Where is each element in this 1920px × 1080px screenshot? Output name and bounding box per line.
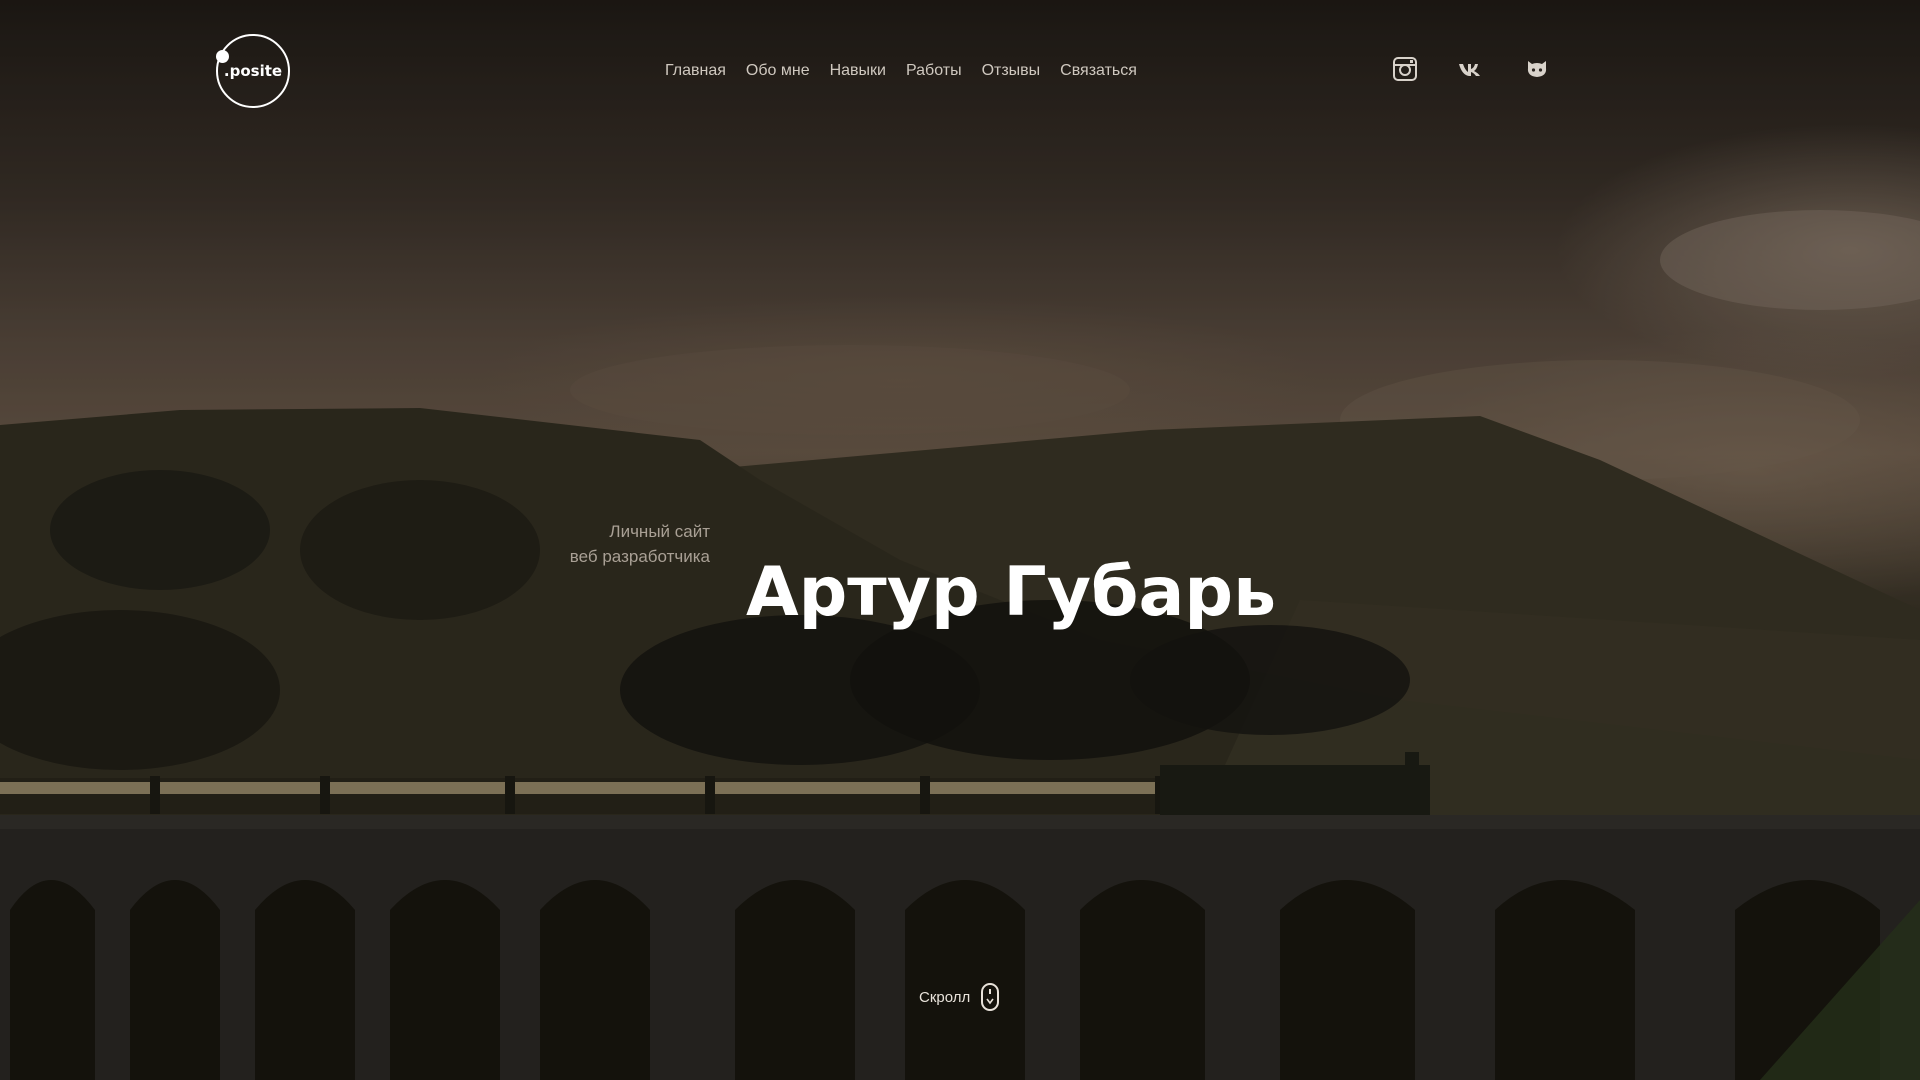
nav-item-contact[interactable]: Связаться (1060, 62, 1137, 80)
main-nav: Главная Обо мне Навыки Работы Отзывы Свя… (665, 62, 1137, 80)
site-header: .posite Главная Обо мне Навыки Работы От… (0, 0, 1920, 140)
nav-item-reviews[interactable]: Отзывы (982, 62, 1041, 80)
mouse-icon (981, 983, 1000, 1011)
vk-icon[interactable] (1458, 56, 1484, 82)
subtitle-line-2: веб разработчика (569, 547, 710, 566)
background-image (0, 0, 1920, 1080)
hero-section: .posite Главная Обо мне Навыки Работы От… (0, 0, 1920, 1080)
social-links (1392, 56, 1550, 82)
nav-item-home[interactable]: Главная (665, 62, 726, 80)
logo[interactable]: .posite (216, 34, 290, 108)
scroll-indicator[interactable]: Скролл (919, 982, 1000, 1012)
scroll-label: Скролл (919, 988, 971, 1006)
nav-item-about[interactable]: Обо мне (746, 62, 810, 80)
nav-item-skills[interactable]: Навыки (830, 62, 886, 80)
instagram-icon[interactable] (1392, 56, 1418, 82)
subtitle-line-1: Личный сайт (609, 522, 710, 541)
logo-text: .posite (223, 62, 283, 80)
logo-dot (216, 50, 229, 63)
hero-name: Артур Губарь (746, 552, 1277, 632)
github-icon[interactable] (1524, 56, 1550, 82)
nav-item-works[interactable]: Работы (906, 62, 962, 80)
hero-subtitle: Личный сайт веб разработчика (570, 519, 710, 569)
